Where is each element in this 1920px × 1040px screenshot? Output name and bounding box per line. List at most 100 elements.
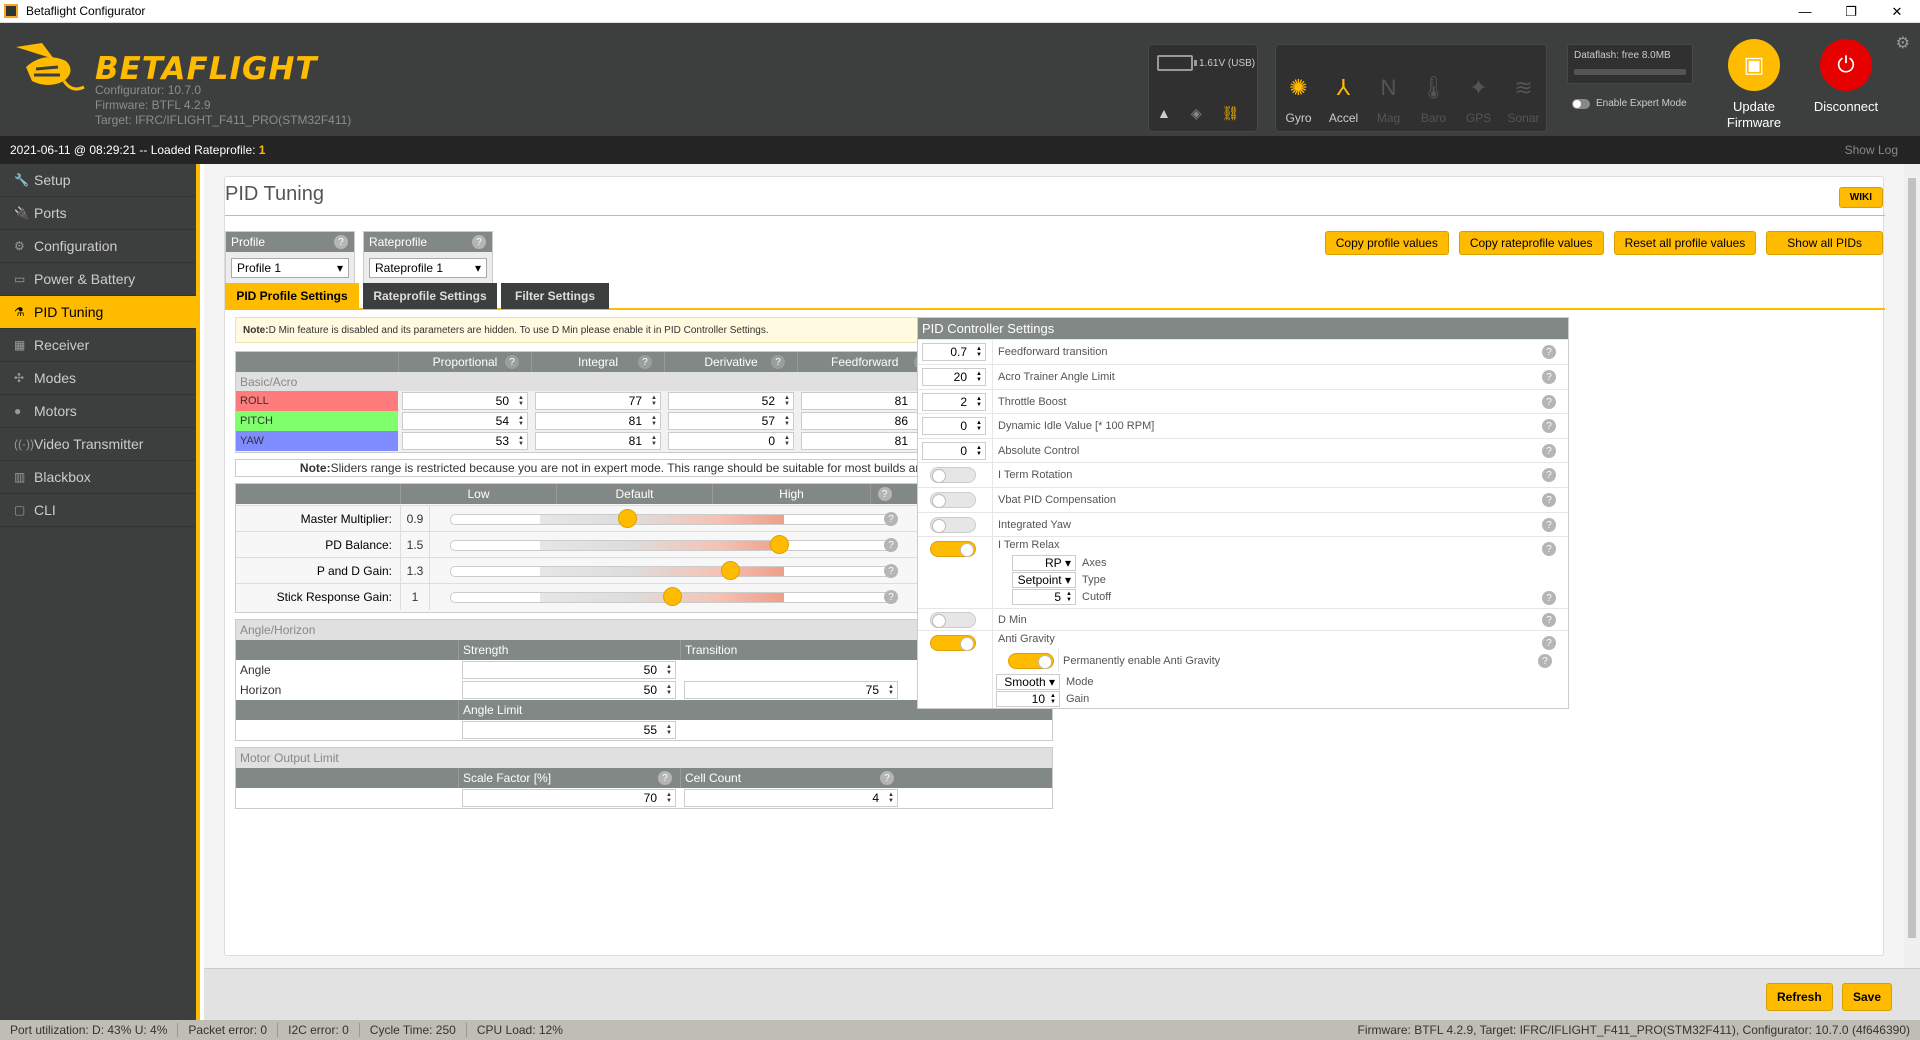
help-icon[interactable]: ? [771,355,785,369]
help-icon[interactable]: ? [472,235,486,249]
help-icon[interactable]: ? [884,512,898,526]
yaw-i-input[interactable]: 81 ▲ ▼ [535,432,661,450]
horizon-transition-input[interactable]: 75 ▲ ▼ [684,681,898,699]
master-multiplier-handle[interactable] [618,509,638,528]
expert-mode-toggle[interactable]: Enable Expert Mode [1572,98,1687,109]
help-icon[interactable]: ? [1542,591,1556,605]
integrated-yaw-toggle[interactable] [930,517,976,533]
sidebar-item-cli[interactable]: ▢ CLI [0,494,196,527]
pitch-d-input[interactable]: 57 ▲ ▼ [668,412,794,430]
help-icon[interactable]: ? [638,355,652,369]
reset-profile-button[interactable]: Reset all profile values [1613,231,1757,255]
tab-pid-profile[interactable]: PID Profile Settings [225,283,359,309]
absolute-control-input[interactable]: 0 ▲ ▼ [922,442,986,460]
horizon-strength-input[interactable]: 50 ▲ ▼ [462,681,676,699]
sidebar-item-setup[interactable]: 🔧 Setup [0,164,196,197]
help-icon[interactable]: ? [1538,654,1552,668]
iterm-relax-toggle[interactable] [930,541,976,557]
anti-gravity-mode-select[interactable]: Smooth ▾ [996,674,1060,690]
show-log-link[interactable]: Show Log [1845,143,1898,157]
help-icon[interactable]: ? [1542,419,1556,433]
help-icon[interactable]: ? [880,771,894,785]
help-icon[interactable]: ? [1542,370,1556,384]
tab-filter[interactable]: Filter Settings [501,283,609,309]
help-icon[interactable]: ? [1542,444,1556,458]
iterm-relax-type-select[interactable]: Setpoint ▾ [1012,572,1076,588]
sidebar-item-blackbox[interactable]: ▥ Blackbox [0,461,196,494]
throttle-boost-input[interactable]: 2 ▲ ▼ [922,393,986,411]
roll-ff-input[interactable]: 81▲▼ [801,392,927,410]
master-multiplier-slider[interactable] [450,514,896,525]
help-icon[interactable]: ? [877,487,892,501]
yaw-p-input[interactable]: 53 ▲ ▼ [402,432,528,450]
refresh-button[interactable]: Refresh [1766,983,1833,1011]
expert-mode-switch[interactable] [1572,98,1590,109]
anti-gravity-toggle[interactable] [930,635,976,651]
help-icon[interactable]: ? [884,564,898,578]
dmin-toggle[interactable] [930,612,976,628]
pitch-p-input[interactable]: 54 ▲ ▼ [402,412,528,430]
pd-balance-handle[interactable] [770,535,790,554]
maximize-button[interactable]: ❐ [1828,0,1874,23]
settings-gear-icon[interactable]: ⚙ [1896,33,1910,53]
sidebar-item-receiver[interactable]: ▦ Receiver [0,329,196,362]
sidebar-item-modes[interactable]: ✣ Modes [0,362,196,395]
sidebar-item-pid-tuning[interactable]: ⚗ PID Tuning [0,296,196,329]
help-icon[interactable]: ? [334,235,348,249]
pd-balance-slider[interactable] [450,540,896,551]
sidebar-item-power-battery[interactable]: ▭ Power & Battery [0,263,196,296]
iterm-relax-axes-select[interactable]: RP ▾ [1012,555,1076,571]
help-icon[interactable]: ? [1542,542,1556,556]
scale-factor-input[interactable]: 70 ▲ ▼ [462,789,676,807]
help-icon[interactable]: ? [884,590,898,604]
scrollbar-thumb[interactable] [1908,178,1916,938]
disconnect-button[interactable]: ⏻ Disconnect [1806,39,1886,115]
yaw-d-input[interactable]: 0 ▲ ▼ [668,432,794,450]
help-icon[interactable]: ? [1542,493,1556,507]
help-icon[interactable]: ? [1542,468,1556,482]
save-button[interactable]: Save [1842,983,1893,1011]
sidebar-item-ports[interactable]: 🔌 Ports [0,197,196,230]
pd-gain-slider[interactable] [450,566,896,577]
close-button[interactable]: ✕ [1874,0,1920,23]
iterm-rotation-toggle[interactable] [930,467,976,483]
dynamic-idle-input[interactable]: 0 ▲ ▼ [922,417,986,435]
stick-response-handle[interactable] [663,587,682,606]
help-icon[interactable]: ? [1542,636,1556,650]
scrollbar[interactable] [1904,164,1920,968]
permanent-anti-gravity-toggle[interactable] [1008,653,1054,669]
roll-i-input[interactable]: 77 ▲ ▼ [535,392,661,410]
anti-gravity-gain-input[interactable]: 10 ▲ ▼ [996,691,1060,707]
profile-select[interactable]: Profile 1 ▾ [231,258,349,278]
rateprofile-select[interactable]: Rateprofile 1 ▾ [369,258,487,278]
sidebar-item-motors[interactable]: ● Motors [0,395,196,428]
help-icon[interactable]: ? [505,355,519,369]
iterm-relax-cutoff-input[interactable]: 5 ▲ ▼ [1012,589,1076,605]
vbat-comp-toggle[interactable] [930,492,976,508]
sidebar-item-configuration[interactable]: ⚙ Configuration [0,230,196,263]
help-icon[interactable]: ? [1542,345,1556,359]
help-icon[interactable]: ? [884,538,898,552]
help-icon[interactable]: ? [1542,395,1556,409]
roll-p-input[interactable]: 50 ▲ ▼ [402,392,528,410]
feedforward-transition-input[interactable]: 0.7 ▲ ▼ [922,343,986,361]
pd-gain-handle[interactable] [720,561,740,580]
yaw-ff-input[interactable]: 81▲▼ [801,432,927,450]
pitch-ff-input[interactable]: 86▲▼ [801,412,927,430]
minimize-button[interactable]: — [1782,0,1828,23]
cell-count-input[interactable]: 4 ▲ ▼ [684,789,898,807]
angle-strength-input[interactable]: 50 ▲ ▼ [462,661,676,679]
angle-limit-input[interactable]: 55 ▲ ▼ [462,721,676,739]
help-icon[interactable]: ? [658,771,672,785]
wiki-button[interactable]: WIKI [1838,187,1883,208]
acro-trainer-input[interactable]: 20 ▲ ▼ [922,368,986,386]
help-icon[interactable]: ? [1542,613,1556,627]
copy-profile-button[interactable]: Copy profile values [1324,231,1449,255]
help-icon[interactable]: ? [1542,518,1556,532]
sidebar-item-video-transmitter[interactable]: ((·)) Video Transmitter [0,428,196,461]
pitch-i-input[interactable]: 81 ▲ ▼ [535,412,661,430]
update-firmware-button[interactable]: ▣ Update Firmware [1714,39,1794,131]
copy-rateprofile-button[interactable]: Copy rateprofile values [1458,231,1604,255]
tab-rateprofile[interactable]: Rateprofile Settings [363,283,497,309]
roll-d-input[interactable]: 52 ▲ ▼ [668,392,794,410]
